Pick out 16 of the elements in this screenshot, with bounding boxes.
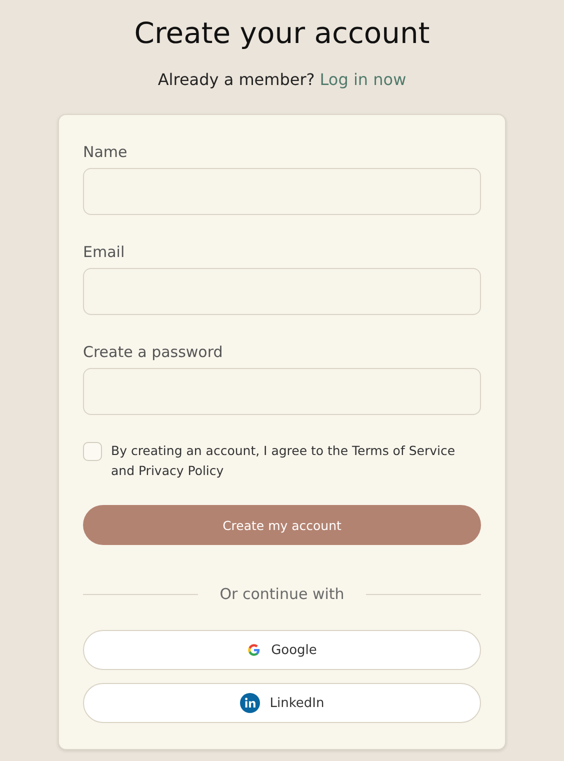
page-title: Create your account bbox=[134, 15, 430, 51]
field-label: Name bbox=[83, 142, 128, 162]
field-label: Email bbox=[83, 242, 126, 262]
social-login-button[interactable]: LinkedIn bbox=[83, 683, 481, 723]
login-link[interactable]: Log in now bbox=[320, 69, 406, 91]
agreement-checkbox[interactable] bbox=[83, 442, 102, 461]
member-prompt: Already a member? bbox=[158, 69, 315, 91]
field-label: Create a password bbox=[83, 342, 224, 362]
divider-text: Or continue with bbox=[220, 584, 344, 604]
input-field[interactable] bbox=[83, 268, 481, 315]
linkedin-icon bbox=[240, 693, 260, 713]
social-login-button[interactable]: Google bbox=[83, 630, 481, 670]
google-icon bbox=[247, 643, 262, 657]
agreement-text: By creating an account, I agree to the Terms of Service and Privacy Policy bbox=[111, 442, 456, 480]
input-field[interactable] bbox=[83, 168, 481, 215]
input-field[interactable] bbox=[83, 368, 481, 415]
